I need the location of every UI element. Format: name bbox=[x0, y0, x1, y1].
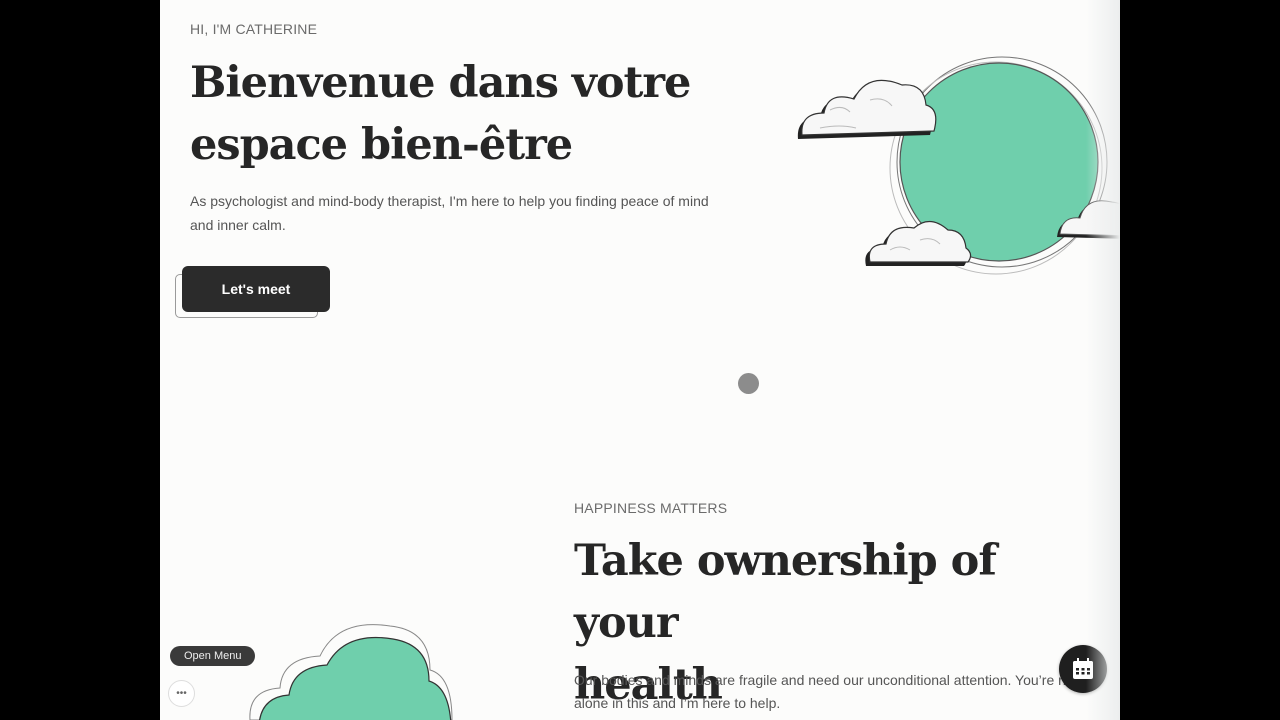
hero-eyebrow: HI, I'M CATHERINE bbox=[190, 21, 318, 37]
open-menu-button[interactable]: Open Menu bbox=[170, 646, 256, 666]
cloud-upper bbox=[797, 79, 937, 139]
hero-title-line-2: espace bien-être bbox=[190, 120, 573, 170]
section2-eyebrow: HAPPINESS MATTERS bbox=[574, 500, 728, 516]
cta-container: Let's meet bbox=[175, 266, 335, 326]
page-edge-gradient bbox=[1086, 0, 1120, 720]
cursor-indicator bbox=[738, 373, 759, 394]
hero-title: Bienvenue dans votre espace bien-être bbox=[190, 52, 710, 176]
lets-meet-button[interactable]: Let's meet bbox=[182, 266, 330, 312]
section2-title-line-1: Take ownership of your bbox=[574, 536, 997, 648]
sun-clouds-illustration bbox=[797, 56, 1120, 275]
more-dots-icon[interactable]: ••• bbox=[168, 680, 195, 707]
page: HI, I'M CATHERINE Bienvenue dans votre e… bbox=[160, 0, 1120, 720]
section2-description: Our bodies and minds are fragile and nee… bbox=[574, 672, 1078, 711]
hero-title-line-1: Bienvenue dans votre bbox=[190, 58, 691, 108]
green-cloud-illustration bbox=[249, 624, 453, 720]
hero-description: As psychologist and mind-body therapist,… bbox=[190, 193, 709, 233]
